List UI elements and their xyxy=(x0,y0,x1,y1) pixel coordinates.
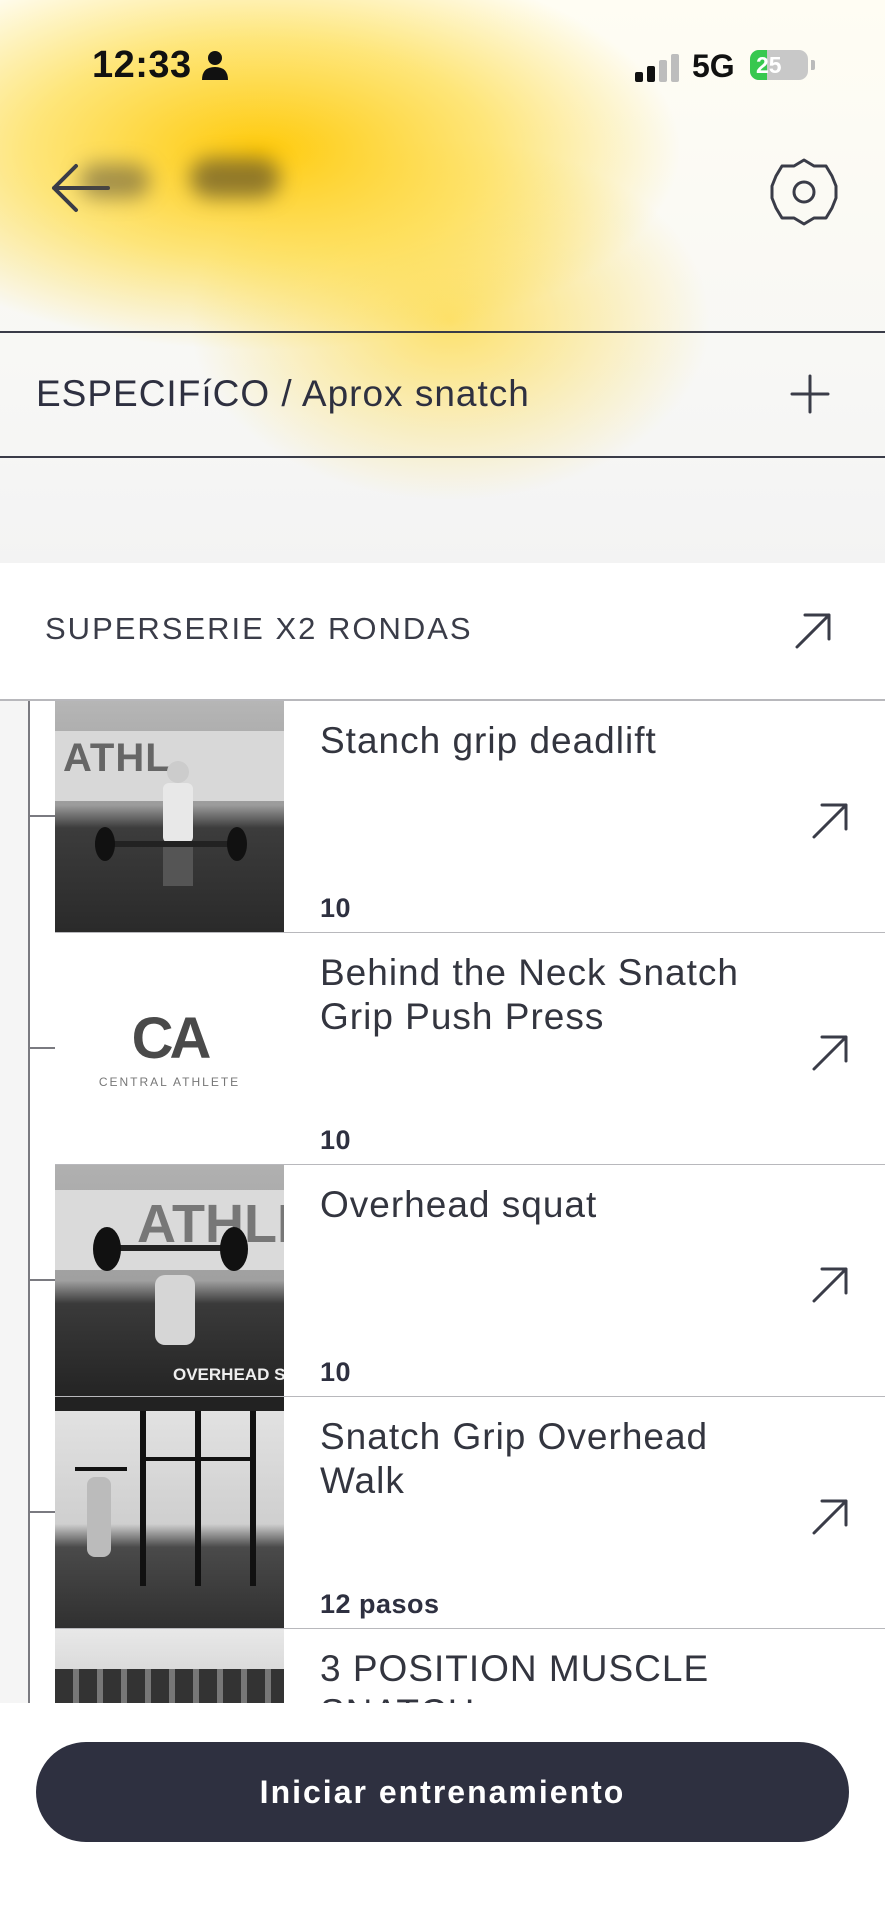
exercise-reps: 12 pasos xyxy=(320,1589,440,1619)
rail-tick xyxy=(28,1279,55,1281)
exercise-name: Snatch Grip Overhead Walk xyxy=(320,1416,709,1501)
exercise-name: 3 POSITION MUSCLE SNATCH xyxy=(320,1648,710,1703)
rail-tick xyxy=(28,1511,55,1513)
gear-icon[interactable] xyxy=(768,156,840,228)
exercise-row[interactable]: 3 POSITION MUSCLE SNATCH xyxy=(55,1629,885,1703)
rail-tick xyxy=(28,1047,55,1049)
arrow-up-right-icon[interactable] xyxy=(810,1033,850,1073)
thumb-caption: OVERHEAD SQ xyxy=(173,1365,284,1384)
superset-rail xyxy=(0,701,30,1703)
exercise-thumbnail xyxy=(55,1629,284,1703)
logo-caption: CENTRAL ATHLETE xyxy=(98,1075,241,1089)
rail-tick xyxy=(28,815,55,817)
exercise-reps: 10 xyxy=(320,1357,352,1387)
status-bar: 12:33 5G 25 xyxy=(0,0,885,130)
exercise-thumbnail: ATHLE OVERHEAD SQ xyxy=(55,1165,284,1396)
exercise-row[interactable]: CA CENTRAL ATHLETE Behind the Neck Snatc… xyxy=(55,933,885,1166)
footer: Iniciar entrenamiento xyxy=(0,1703,885,1920)
footer-spacer xyxy=(0,1890,885,1920)
section-header[interactable]: ESPECIFíCO / Aprox snatch xyxy=(0,331,885,458)
arrow-up-right-icon[interactable] xyxy=(793,611,833,651)
plus-icon[interactable] xyxy=(790,374,830,414)
exercise-name: Behind the Neck Snatch Grip Push Press xyxy=(320,952,739,1037)
exercise-thumbnail: ATHL xyxy=(55,701,284,932)
start-workout-button[interactable]: Iniciar entrenamiento xyxy=(36,1742,849,1842)
arrow-up-right-icon[interactable] xyxy=(810,1497,850,1537)
arrow-up-right-icon[interactable] xyxy=(810,1265,850,1305)
person-icon xyxy=(202,51,228,80)
exercise-reps: 10 xyxy=(320,1125,352,1155)
central-athlete-logo: CA xyxy=(131,1006,212,1071)
exercise-row[interactable]: Snatch Grip Overhead Walk 12 pasos xyxy=(55,1397,885,1630)
exercise-name: Stanch grip deadlift xyxy=(320,720,657,761)
blurred-workout-title xyxy=(80,150,300,210)
thumb-wall-text: ATHL xyxy=(63,736,171,780)
signal-icon xyxy=(635,54,679,82)
battery-level: 25 xyxy=(756,52,782,78)
exercise-thumbnail xyxy=(55,1397,284,1628)
arrow-up-right-icon[interactable] xyxy=(810,801,850,841)
exercise-thumbnail: CA CENTRAL ATHLETE xyxy=(55,933,284,1164)
section-title: ESPECIFíCO / Aprox snatch xyxy=(36,373,530,414)
block-header[interactable]: SUPERSERIE X2 RONDAS xyxy=(0,563,885,701)
network-label: 5G xyxy=(692,48,735,84)
status-time: 12:33 xyxy=(92,44,192,86)
exercise-reps: 10 xyxy=(320,893,352,923)
exercise-row[interactable]: ATHLE OVERHEAD SQ Overhead squat 10 xyxy=(55,1165,885,1398)
block-title: SUPERSERIE X2 RONDAS xyxy=(45,611,473,646)
exercise-row[interactable]: ATHL Stanch grip deadlift 10 xyxy=(55,701,885,934)
exercise-name: Overhead squat xyxy=(320,1184,598,1225)
workout-block: SUPERSERIE X2 RONDAS ATHL Stanch grip de… xyxy=(0,563,885,1703)
battery-icon: 25 xyxy=(750,50,815,80)
hero-background: 12:33 5G 25 ESPECIFíCO / Aprox snatch xyxy=(0,0,885,563)
